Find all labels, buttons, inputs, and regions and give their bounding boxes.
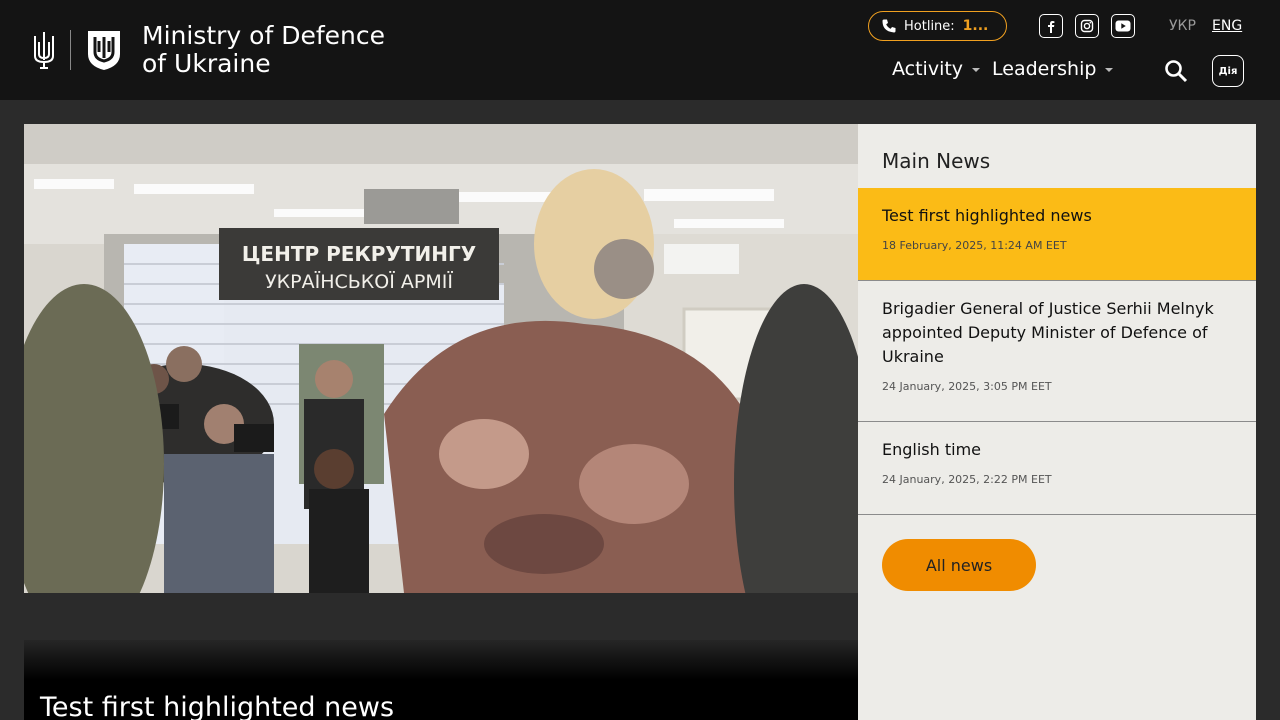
logo-divider — [70, 30, 71, 70]
news-item[interactable]: Test first highlighted news 18 February,… — [858, 188, 1256, 281]
all-news-label: All news — [925, 555, 993, 575]
news-item-title: Brigadier General of Justice Serhii Meln… — [882, 299, 1214, 366]
main-news-heading: Main News — [882, 149, 991, 173]
chevron-down-icon — [972, 68, 981, 72]
news-item-date: 24 January, 2025, 2:22 PM EET — [882, 473, 1052, 486]
all-news-button[interactable]: All news — [882, 539, 1036, 591]
news-item-date: 24 January, 2025, 3:05 PM EET — [882, 380, 1052, 393]
youtube-link[interactable] — [1111, 14, 1135, 38]
recruiting-center-photo: ЦЕНТР РЕКРУТИНГУ УКРАЇНСЬКОЇ АРМІЇ — [24, 124, 858, 593]
banner-line2: УКРАЇНСЬКОЇ АРМІЇ — [265, 270, 453, 293]
nav-leadership-label: Leadership — [992, 58, 1097, 80]
hotline-label: Hotline: — [904, 18, 955, 34]
search-icon[interactable] — [1163, 58, 1189, 84]
ministry-shield-logo-icon[interactable] — [85, 28, 123, 72]
chevron-down-icon — [1105, 68, 1114, 72]
youtube-icon — [1115, 20, 1131, 32]
site-title-line2: of Ukraine — [142, 49, 271, 78]
news-item[interactable]: English time 24 January, 2025, 2:22 PM E… — [858, 422, 1256, 515]
site-title[interactable]: Ministry of Defence of Ukraine — [142, 22, 402, 78]
language-ukr[interactable]: УКР — [1169, 18, 1196, 34]
facebook-icon — [1048, 21, 1055, 33]
hotline-button[interactable]: Hotline: 1... — [868, 11, 1007, 41]
trident-logo-icon[interactable] — [30, 30, 58, 70]
diia-label: Дія — [1218, 65, 1238, 77]
nav-activity[interactable]: Activity — [892, 58, 981, 80]
phone-icon — [882, 19, 896, 33]
news-item-title: Test first highlighted news — [882, 206, 1092, 225]
hero-image[interactable]: ЦЕНТР РЕКРУТИНГУ УКРАЇНСЬКОЇ АРМІЇ — [24, 124, 858, 593]
nav-activity-label: Activity — [892, 58, 964, 80]
banner-line1: ЦЕНТР РЕКРУТИНГУ — [242, 242, 476, 266]
language-eng[interactable]: ENG — [1212, 18, 1242, 34]
instagram-icon — [1080, 19, 1094, 33]
hero-title[interactable]: Test first highlighted news — [40, 692, 394, 720]
site-title-line1: Ministry of Defence — [142, 21, 385, 50]
main-news-panel: Main News Test first highlighted news 18… — [858, 124, 1256, 720]
instagram-link[interactable] — [1075, 14, 1099, 38]
hotline-number: 1... — [962, 18, 989, 34]
facebook-link[interactable] — [1039, 14, 1063, 38]
news-item[interactable]: Brigadier General of Justice Serhii Meln… — [858, 281, 1256, 422]
diia-button[interactable]: Дія — [1212, 55, 1244, 87]
site-header: Ministry of Defence of Ukraine Hotline: … — [0, 0, 1280, 100]
news-item-date: 18 February, 2025, 11:24 AM EET — [882, 239, 1067, 252]
news-item-title: English time — [882, 440, 982, 459]
nav-leadership[interactable]: Leadership — [992, 58, 1114, 80]
